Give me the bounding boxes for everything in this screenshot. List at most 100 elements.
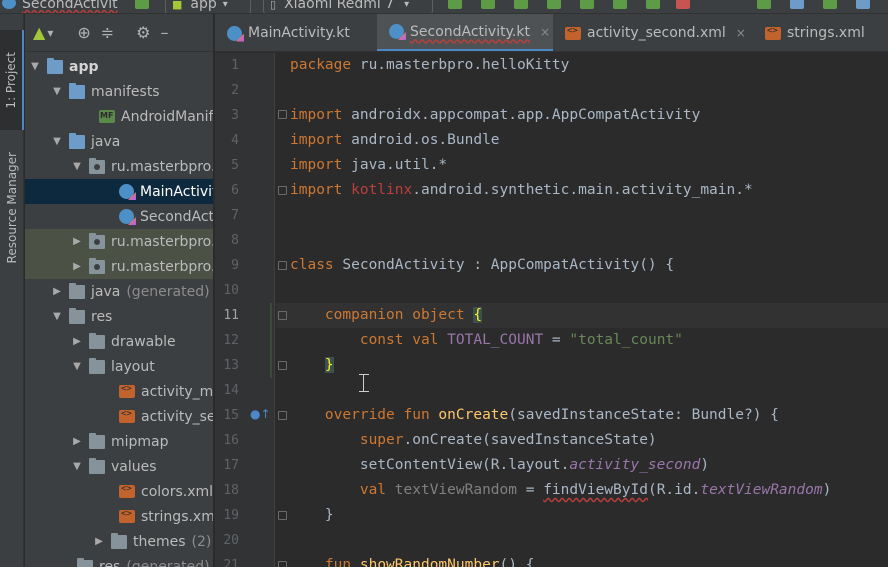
tree-item-label: strings.xml bbox=[141, 508, 214, 525]
tab-main-activity[interactable]: MainActivity.kt bbox=[215, 14, 376, 51]
tab-activity-second-xml[interactable]: activity_second.xml × bbox=[553, 14, 753, 51]
tab-strings-xml[interactable]: strings.xml bbox=[753, 14, 888, 51]
collapsed-arrow-icon[interactable]: ▶ bbox=[71, 261, 83, 272]
collapsed-arrow-icon[interactable]: ▶ bbox=[93, 536, 105, 547]
tree-item-values[interactable]: ▼ values bbox=[25, 454, 213, 479]
fold-marker-icon[interactable] bbox=[278, 261, 287, 270]
hide-panel-icon[interactable]: – bbox=[161, 24, 169, 41]
keyword: fun bbox=[324, 557, 352, 567]
tree-item-second-activity[interactable]: SecondActivity bbox=[25, 204, 213, 229]
code-line-15: override fun onCreate(savedInstanceState… bbox=[290, 403, 779, 428]
tree-item-res-generated[interactable]: res (generated) bbox=[25, 554, 213, 567]
tree-item-mipmap[interactable]: ▶ mipmap bbox=[25, 429, 213, 454]
fold-marker-icon[interactable] bbox=[278, 186, 287, 195]
tree-item-drawable[interactable]: ▶ drawable bbox=[25, 329, 213, 354]
sync-gradle-icon[interactable] bbox=[757, 0, 771, 9]
keyword: const val bbox=[359, 332, 439, 348]
tree-item-java-generated[interactable]: ▶ java (generated) bbox=[25, 279, 213, 304]
tree-item-package-main[interactable]: ▼ ru.masterbpro.helloKitty bbox=[25, 154, 213, 179]
tree-item-label: values bbox=[111, 458, 157, 475]
fold-marker-icon[interactable] bbox=[278, 311, 287, 320]
function-name: onCreate bbox=[438, 407, 509, 423]
tree-item-android-manifest[interactable]: AndroidManifest.xml bbox=[25, 104, 213, 129]
manifest-file-icon bbox=[99, 110, 115, 123]
fold-marker-icon[interactable] bbox=[278, 511, 287, 520]
folder-icon bbox=[89, 432, 105, 449]
tree-item-activity-main-xml[interactable]: activity_main.xml bbox=[25, 379, 213, 404]
tree-item-java[interactable]: ▼ java bbox=[25, 129, 213, 154]
identifier: (savedInstanceState: Bundle?) { bbox=[508, 407, 779, 423]
search-everywhere-icon[interactable] bbox=[856, 0, 870, 9]
fold-marker-icon[interactable] bbox=[278, 361, 287, 370]
debug-icon[interactable] bbox=[514, 0, 528, 9]
expanded-arrow-icon[interactable]: ▼ bbox=[71, 461, 83, 472]
expanded-arrow-icon[interactable]: ▼ bbox=[51, 86, 63, 97]
fold-marker-icon[interactable] bbox=[278, 411, 287, 420]
avd-manager-icon[interactable] bbox=[790, 0, 804, 9]
expanded-arrow-icon[interactable]: ▼ bbox=[71, 361, 83, 372]
gear-icon[interactable]: ⚙ bbox=[136, 24, 150, 41]
resource-manager-tool-tab[interactable]: Resource Manager bbox=[0, 138, 24, 278]
profile-icon[interactable] bbox=[547, 0, 561, 9]
stop-icon[interactable] bbox=[676, 0, 690, 9]
tree-item-manifests[interactable]: ▼ manifests bbox=[25, 79, 213, 104]
collapsed-arrow-icon[interactable]: ▶ bbox=[71, 336, 83, 347]
expanded-arrow-icon[interactable]: ▼ bbox=[51, 311, 63, 322]
android-view-icon[interactable]: ▲ bbox=[33, 24, 45, 41]
kotlin-class-icon bbox=[389, 24, 404, 39]
run-config-select[interactable]: ■ app ▾ bbox=[165, 0, 251, 13]
collapsed-arrow-icon[interactable]: ▶ bbox=[71, 236, 83, 247]
view-selector-chevron-icon[interactable]: ▾ bbox=[47, 27, 53, 39]
tree-item-package-test[interactable]: ▶ ru.masterbpro.helloKitty bbox=[25, 254, 213, 279]
apply-restart-icon[interactable] bbox=[613, 0, 627, 9]
override-marker-icon[interactable]: ●↑ bbox=[250, 407, 271, 421]
apply-code-changes-icon[interactable] bbox=[481, 0, 495, 9]
resource-reference: textViewRandom bbox=[700, 482, 823, 498]
close-tab-icon[interactable]: × bbox=[540, 25, 550, 39]
fold-marker-icon[interactable] bbox=[278, 561, 287, 567]
line-number: 17 bbox=[223, 458, 239, 473]
tab-label: activity_second.xml bbox=[587, 25, 726, 41]
tree-item-main-activity[interactable]: MainActivity bbox=[25, 179, 213, 204]
collapse-all-icon[interactable]: ≑ bbox=[101, 24, 114, 41]
tree-item-activity-second-xml[interactable]: activity_second.xml bbox=[25, 404, 213, 429]
tree-item-colors-xml[interactable]: colors.xml bbox=[25, 479, 213, 504]
code-line-11: companion object { bbox=[290, 303, 483, 328]
left-tool-strip: 1: Project Resource Manager bbox=[0, 14, 24, 567]
attach-process-icon[interactable] bbox=[646, 0, 660, 9]
vcs-change-marker[interactable] bbox=[270, 303, 272, 378]
expanded-arrow-icon[interactable]: ▼ bbox=[29, 61, 41, 72]
tab-second-activity[interactable]: SecondActivity.kt × bbox=[377, 14, 553, 51]
tree-item-app[interactable]: ▼ app bbox=[25, 54, 213, 79]
tree-item-label: java bbox=[91, 283, 121, 300]
fold-marker-icon[interactable] bbox=[278, 110, 287, 119]
layout-file-icon bbox=[119, 409, 135, 423]
tree-item-res[interactable]: ▼ res bbox=[25, 304, 213, 329]
layout-file-icon bbox=[565, 26, 581, 40]
sdk-manager-icon[interactable] bbox=[823, 0, 837, 9]
tree-item-themes[interactable]: ▶ themes (2) bbox=[25, 529, 213, 554]
code-editor[interactable]: 1 2 3 4 5 6 7 8 9 10 11 12 13 14 15 16 1… bbox=[215, 53, 888, 567]
hammer-icon[interactable] bbox=[135, 0, 149, 9]
project-tool-tab[interactable]: 1: Project bbox=[0, 30, 24, 130]
tree-item-label: ru.masterbpro.helloKitty bbox=[111, 233, 213, 250]
expanded-arrow-icon[interactable]: ▼ bbox=[71, 161, 83, 172]
tree-item-layout[interactable]: ▼ layout bbox=[25, 354, 213, 379]
collapsed-arrow-icon[interactable]: ▶ bbox=[71, 436, 83, 447]
apply-changes-icon[interactable] bbox=[448, 0, 462, 9]
tree-item-strings-xml[interactable]: strings.xml bbox=[25, 504, 214, 529]
tree-item-label: mipmap bbox=[111, 433, 169, 450]
line-number: 11 bbox=[223, 308, 239, 323]
keyword: super bbox=[359, 432, 404, 448]
kotlin-class-icon bbox=[227, 25, 242, 41]
tree-item-package-android-test[interactable]: ▶ ru.masterbpro.helloKitty bbox=[25, 229, 213, 254]
crosshair-icon[interactable]: ⊕ bbox=[77, 24, 90, 41]
identifier: androidx.appcompat.app.AppCompatActivity bbox=[342, 107, 701, 123]
collapsed-arrow-icon[interactable]: ▶ bbox=[51, 286, 63, 297]
device-select[interactable]: ▯ Xiaomi Redmi 7 ▾ bbox=[263, 0, 433, 13]
line-number: 18 bbox=[223, 483, 239, 498]
attach-debugger-icon[interactable] bbox=[580, 0, 594, 9]
tree-item-label: manifests bbox=[91, 83, 160, 100]
close-tab-icon[interactable]: × bbox=[736, 26, 746, 40]
expanded-arrow-icon[interactable]: ▼ bbox=[51, 136, 63, 147]
